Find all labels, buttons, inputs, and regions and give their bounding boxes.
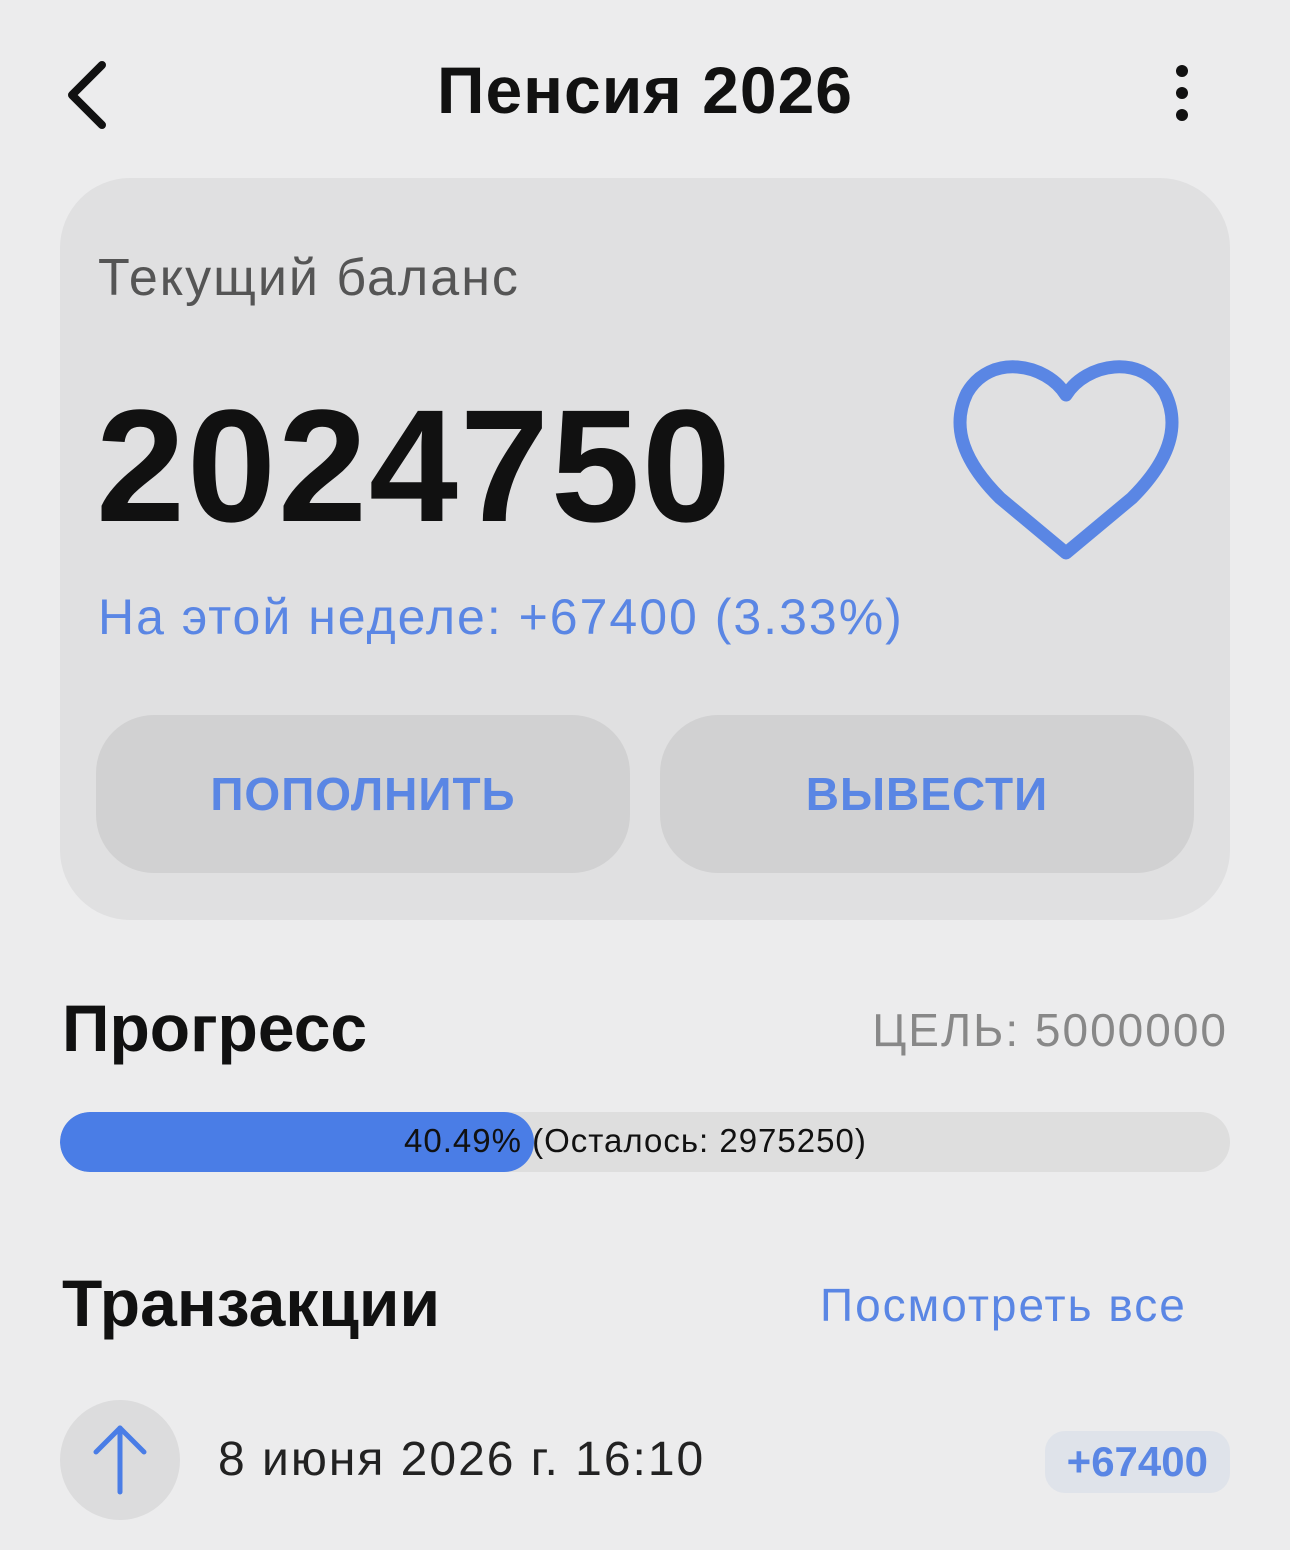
- see-all-link[interactable]: Посмотреть все: [820, 1278, 1187, 1332]
- transaction-amount: +67400: [1044, 1431, 1230, 1493]
- arrow-up-icon: [93, 1425, 147, 1495]
- progress-text: 40.49% (Осталось: 2975250): [404, 1122, 867, 1159]
- heart-outline-icon: [953, 360, 1179, 560]
- transactions-title: Транзакции: [62, 1266, 441, 1340]
- header: Пенсия 2026: [0, 0, 1290, 180]
- progress-title: Прогресс: [62, 991, 368, 1065]
- balance-value: 2024750: [96, 376, 733, 555]
- more-vertical-icon: [1176, 65, 1188, 121]
- balance-label: Текущий баланс: [98, 249, 520, 307]
- more-options-button[interactable]: [1150, 55, 1214, 131]
- transaction-date: 8 июня 2026 г. 16:10: [218, 1433, 706, 1486]
- screen: Пенсия 2026 Текущий баланс 2024750 На эт…: [0, 0, 1290, 1550]
- goal-label: ЦЕЛЬ: 5000000: [872, 1004, 1228, 1056]
- transaction-row[interactable]: 8 июня 2026 г. 16:10 +67400: [60, 1400, 1230, 1522]
- page-title: Пенсия 2026: [437, 53, 853, 127]
- balance-card: Текущий баланс 2024750 На этой неделе: +…: [60, 178, 1230, 920]
- transaction-icon: [60, 1400, 180, 1520]
- withdraw-button[interactable]: ВЫВЕСТИ: [660, 715, 1194, 873]
- week-change: На этой неделе: +67400 (3.33%): [98, 589, 904, 645]
- favorite-button[interactable]: [950, 353, 1190, 563]
- deposit-button[interactable]: ПОПОЛНИТЬ: [96, 715, 630, 873]
